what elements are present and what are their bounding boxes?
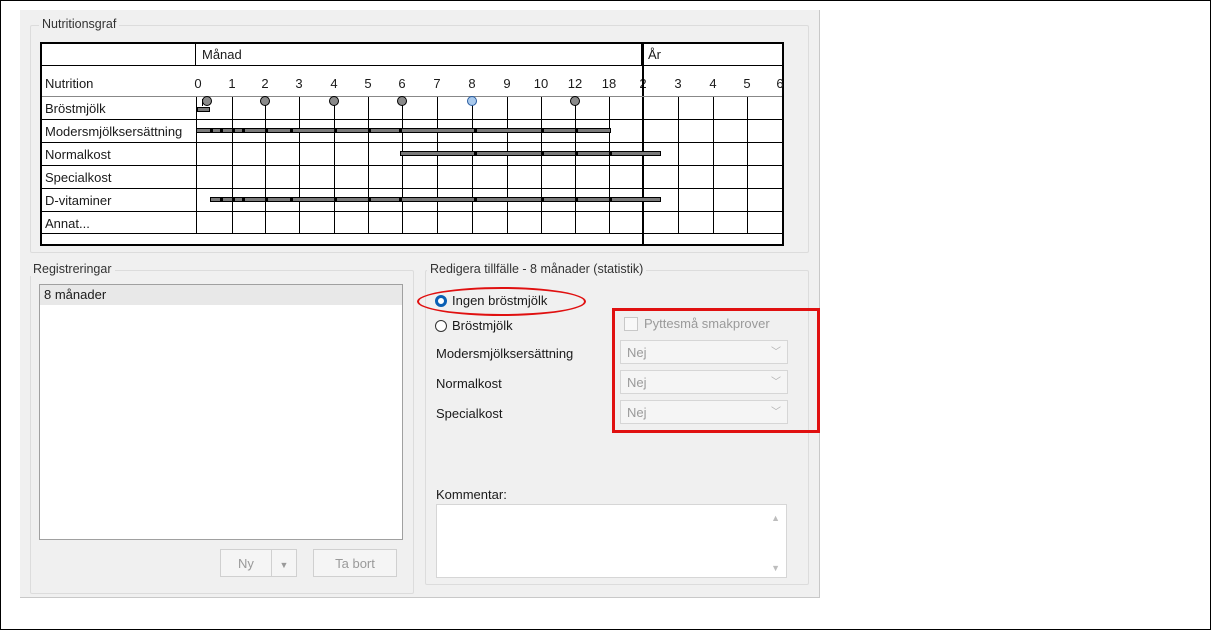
row-label-other[interactable]: Annat... (45, 216, 90, 231)
graph-nutrition-label: Nutrition (45, 76, 94, 91)
row-label-special: Specialkost (45, 170, 112, 185)
row-label-vitamin-d: D-vitaminer (45, 193, 112, 208)
new-button-label: Ny (238, 556, 254, 571)
annotation-rectangle (612, 308, 820, 433)
comment-textarea[interactable]: ▲ ▼ (436, 504, 787, 578)
nutrition-graph-title: Nutritionsgraf (39, 17, 120, 31)
new-button[interactable]: Ny (220, 549, 271, 577)
registration-marker[interactable] (202, 96, 212, 106)
radio-breastmilk-label: Bröstmjölk (452, 318, 513, 333)
row-label-formula: Modersmjölksersättning (45, 124, 183, 139)
month-tick: 2 (261, 76, 269, 91)
vitamin-d-bar (210, 197, 661, 202)
formula-bar (196, 128, 611, 133)
registration-marker[interactable] (397, 96, 407, 106)
graph-header-year: År (642, 44, 782, 66)
triangle-down-icon: ▼ (279, 560, 289, 570)
row-label-breastmilk: Bröstmjölk (45, 101, 106, 116)
registration-marker[interactable] (329, 96, 339, 106)
graph-header-month: Månad (196, 44, 642, 66)
normal-food-label: Normalkost (436, 376, 502, 391)
registration-marker[interactable] (570, 96, 580, 106)
scroll-down-icon[interactable]: ▼ (771, 563, 780, 573)
graph-header-blank (42, 44, 196, 66)
list-item[interactable]: 8 månader (40, 285, 402, 305)
new-dropdown-button[interactable]: ▼ (271, 549, 297, 577)
comment-label: Kommentar: (436, 487, 507, 502)
month-tick: 3 (295, 76, 303, 91)
nutrition-graph[interactable]: Månad År Nutrition 0 1 2 3 4 5 6 7 8 9 1… (40, 42, 784, 246)
year-tick: 6 (776, 76, 784, 91)
delete-button[interactable]: Ta bort (313, 549, 397, 577)
registrations-title: Registreringar (30, 262, 115, 276)
month-tick: 5 (364, 76, 372, 91)
nutrition-graph-group: Nutritionsgraf Månad År Nutrition 0 1 2 … (30, 17, 809, 253)
registration-marker-selected[interactable] (467, 96, 477, 106)
special-food-label: Specialkost (436, 406, 503, 421)
month-tick: 10 (533, 76, 549, 91)
annotation-ellipse (417, 287, 586, 316)
breastmilk-bar (197, 107, 210, 112)
month-tick: 6 (398, 76, 406, 91)
row-label-normal: Normalkost (45, 147, 111, 162)
year-tick: 5 (743, 76, 751, 91)
registrations-group: Registreringar 8 månader Ny ▼ Ta bort (30, 262, 414, 594)
edit-occasion-title: Redigera tillfälle - 8 månader (statisti… (427, 262, 647, 276)
month-tick: 9 (503, 76, 511, 91)
registration-marker[interactable] (260, 96, 270, 106)
month-tick: 8 (468, 76, 476, 91)
month-tick: 18 (601, 76, 617, 91)
month-tick: 0 (194, 76, 202, 91)
year-tick: 3 (674, 76, 682, 91)
radio-unselected-icon[interactable] (435, 319, 447, 332)
month-tick: 7 (433, 76, 441, 91)
scroll-up-icon[interactable]: ▲ (771, 513, 780, 523)
year-tick: 4 (709, 76, 717, 91)
month-tick: 4 (330, 76, 338, 91)
radio-breastmilk[interactable]: Bröstmjölk (435, 318, 513, 333)
registrations-list[interactable]: 8 månader (39, 284, 403, 540)
month-tick: 1 (228, 76, 236, 91)
normal-food-bar (400, 151, 661, 156)
month-tick: 12 (567, 76, 583, 91)
formula-label: Modersmjölksersättning (436, 346, 574, 361)
